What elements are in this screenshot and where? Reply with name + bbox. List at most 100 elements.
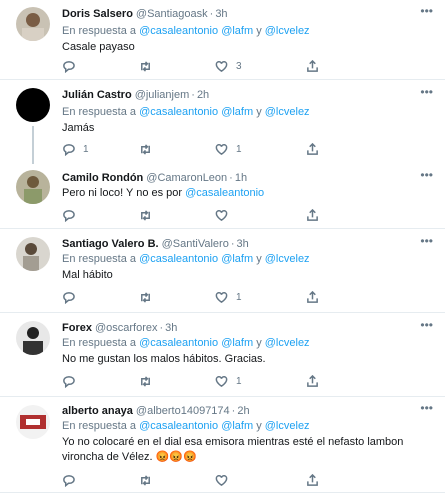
- share-button[interactable]: [306, 290, 319, 304]
- author-name[interactable]: Forex: [62, 322, 92, 334]
- tweet-2[interactable]: Julián Castro @julianjem · 2h ••• En respue…: [0, 80, 445, 164]
- retweet-button[interactable]: [139, 290, 160, 304]
- reply-button[interactable]: [62, 208, 75, 222]
- tweet-5[interactable]: Forex @oscarforex · 3h ••• En respuesta a @…: [0, 313, 445, 397]
- mention-link[interactable]: @lcvelez: [265, 337, 310, 349]
- retweet-button[interactable]: [139, 142, 160, 156]
- timestamp[interactable]: 2h: [237, 405, 249, 417]
- timestamp[interactable]: 2h: [197, 89, 209, 101]
- tweet-actions: 1: [62, 290, 382, 304]
- tweet-actions: 1: [62, 374, 382, 388]
- retweet-icon: [141, 291, 150, 303]
- like-button[interactable]: 1: [215, 142, 242, 156]
- avatar[interactable]: [16, 170, 50, 204]
- share-button[interactable]: [306, 208, 319, 222]
- mention-link[interactable]: @lafm: [221, 420, 253, 432]
- tweet-actions: 3: [62, 59, 382, 73]
- author-handle[interactable]: @CamaronLeon: [146, 172, 227, 184]
- heart-icon: [215, 60, 228, 72]
- mention-link[interactable]: @lcvelez: [265, 253, 310, 265]
- reply-button[interactable]: 1: [62, 142, 89, 156]
- avatar[interactable]: [16, 405, 50, 439]
- more-icon[interactable]: •••: [420, 401, 433, 415]
- like-button[interactable]: 1: [215, 290, 242, 304]
- author-name[interactable]: Camilo Rondón: [62, 172, 143, 184]
- more-icon[interactable]: •••: [420, 234, 433, 248]
- retweet-button[interactable]: [139, 59, 160, 73]
- mention-link[interactable]: @casaleantonio: [185, 187, 264, 199]
- share-icon: [307, 473, 318, 486]
- more-icon[interactable]: •••: [420, 85, 433, 99]
- mention-link[interactable]: @lafm: [221, 337, 253, 349]
- reply-icon: [63, 60, 75, 73]
- timestamp[interactable]: 3h: [237, 238, 249, 250]
- author-name[interactable]: Doris Salsero: [62, 8, 133, 20]
- mention-link[interactable]: @casaleantonio: [139, 25, 218, 37]
- share-icon: [307, 290, 318, 303]
- reply-button[interactable]: [62, 374, 83, 388]
- avatar[interactable]: [16, 237, 50, 271]
- replying-to: En respuesta a @casaleantonio @lafm y @l…: [62, 337, 310, 349]
- avatar[interactable]: [16, 7, 50, 41]
- reply-button[interactable]: [62, 290, 83, 304]
- avatar[interactable]: [16, 321, 50, 355]
- avatar[interactable]: [16, 88, 50, 122]
- mention-link[interactable]: @casaleantonio: [139, 337, 218, 349]
- author-handle[interactable]: @oscarforex: [95, 322, 158, 334]
- mention-link[interactable]: @lcvelez: [265, 106, 310, 118]
- mention-link[interactable]: @lafm: [221, 25, 253, 37]
- author-name[interactable]: alberto anaya: [62, 405, 133, 417]
- author-name[interactable]: Santiago Valero B.: [62, 238, 159, 250]
- more-icon[interactable]: •••: [420, 318, 433, 332]
- tweet-header: Doris Salsero @Santiagoask · 3h: [62, 8, 228, 20]
- tweet-header: Julián Castro @julianjem · 2h: [62, 89, 210, 101]
- tweet-actions: [62, 208, 382, 222]
- share-button[interactable]: [306, 59, 319, 73]
- share-icon: [307, 208, 318, 221]
- like-button[interactable]: [215, 208, 228, 222]
- tweet-text: Yo no colocaré en el dial esa emisora mi…: [62, 436, 404, 463]
- author-handle[interactable]: @julianjem: [135, 89, 190, 101]
- reply-button[interactable]: [62, 59, 83, 73]
- more-icon[interactable]: •••: [420, 4, 433, 18]
- retweet-button[interactable]: [139, 374, 160, 388]
- tweet-1[interactable]: Doris Salsero @Santiagoask · 3h ••• En resp…: [0, 0, 445, 80]
- timestamp[interactable]: 1h: [235, 172, 247, 184]
- like-button[interactable]: [215, 473, 228, 487]
- reply-button[interactable]: [62, 473, 75, 487]
- more-icon[interactable]: •••: [420, 168, 433, 182]
- author-name[interactable]: Julián Castro: [62, 89, 132, 101]
- share-button[interactable]: [306, 142, 319, 156]
- reply-icon: [63, 375, 75, 388]
- like-button[interactable]: 3: [215, 59, 242, 73]
- retweet-icon: [141, 143, 150, 155]
- mention-link[interactable]: @lcvelez: [265, 25, 310, 37]
- tweet-3[interactable]: Camilo Rondón @CamaronLeon · 1h ••• Pero ni…: [0, 164, 445, 229]
- mention-link[interactable]: @lafm: [221, 253, 253, 265]
- tweet-header: Camilo Rondón @CamaronLeon · 1h: [62, 172, 248, 184]
- share-button[interactable]: [306, 473, 319, 487]
- timestamp[interactable]: 3h: [215, 8, 227, 20]
- mention-link[interactable]: @casaleantonio: [139, 420, 218, 432]
- retweet-icon: [141, 375, 150, 387]
- share-button[interactable]: [306, 374, 319, 388]
- reply-icon: [63, 209, 75, 222]
- tweet-header: Santiago Valero B. @SantiValero · 3h: [62, 238, 249, 250]
- author-handle[interactable]: @Santiagoask: [136, 8, 208, 20]
- mention-link[interactable]: @lcvelez: [265, 420, 310, 432]
- mention-link[interactable]: @casaleantonio: [139, 253, 218, 265]
- tweet-text: Jamás: [62, 122, 95, 134]
- tweet-6[interactable]: alberto anaya @alberto14097174 · 2h ••• En …: [0, 397, 445, 493]
- mention-link[interactable]: @lafm: [221, 106, 253, 118]
- retweet-icon: [141, 60, 150, 72]
- mention-link[interactable]: @casaleantonio: [139, 106, 218, 118]
- retweet-button[interactable]: [139, 473, 152, 487]
- tweet-text: Pero ni loco! Y no es por @casaleantonio: [62, 187, 265, 199]
- like-button[interactable]: 1: [215, 374, 242, 388]
- author-handle[interactable]: @alberto14097174: [136, 405, 230, 417]
- retweet-button[interactable]: [139, 208, 152, 222]
- tweet-4[interactable]: Santiago Valero B. @SantiValero · 3h ••• En…: [0, 229, 445, 313]
- timestamp[interactable]: 3h: [165, 322, 177, 334]
- heart-icon: [215, 291, 228, 303]
- author-handle[interactable]: @SantiValero: [162, 238, 229, 250]
